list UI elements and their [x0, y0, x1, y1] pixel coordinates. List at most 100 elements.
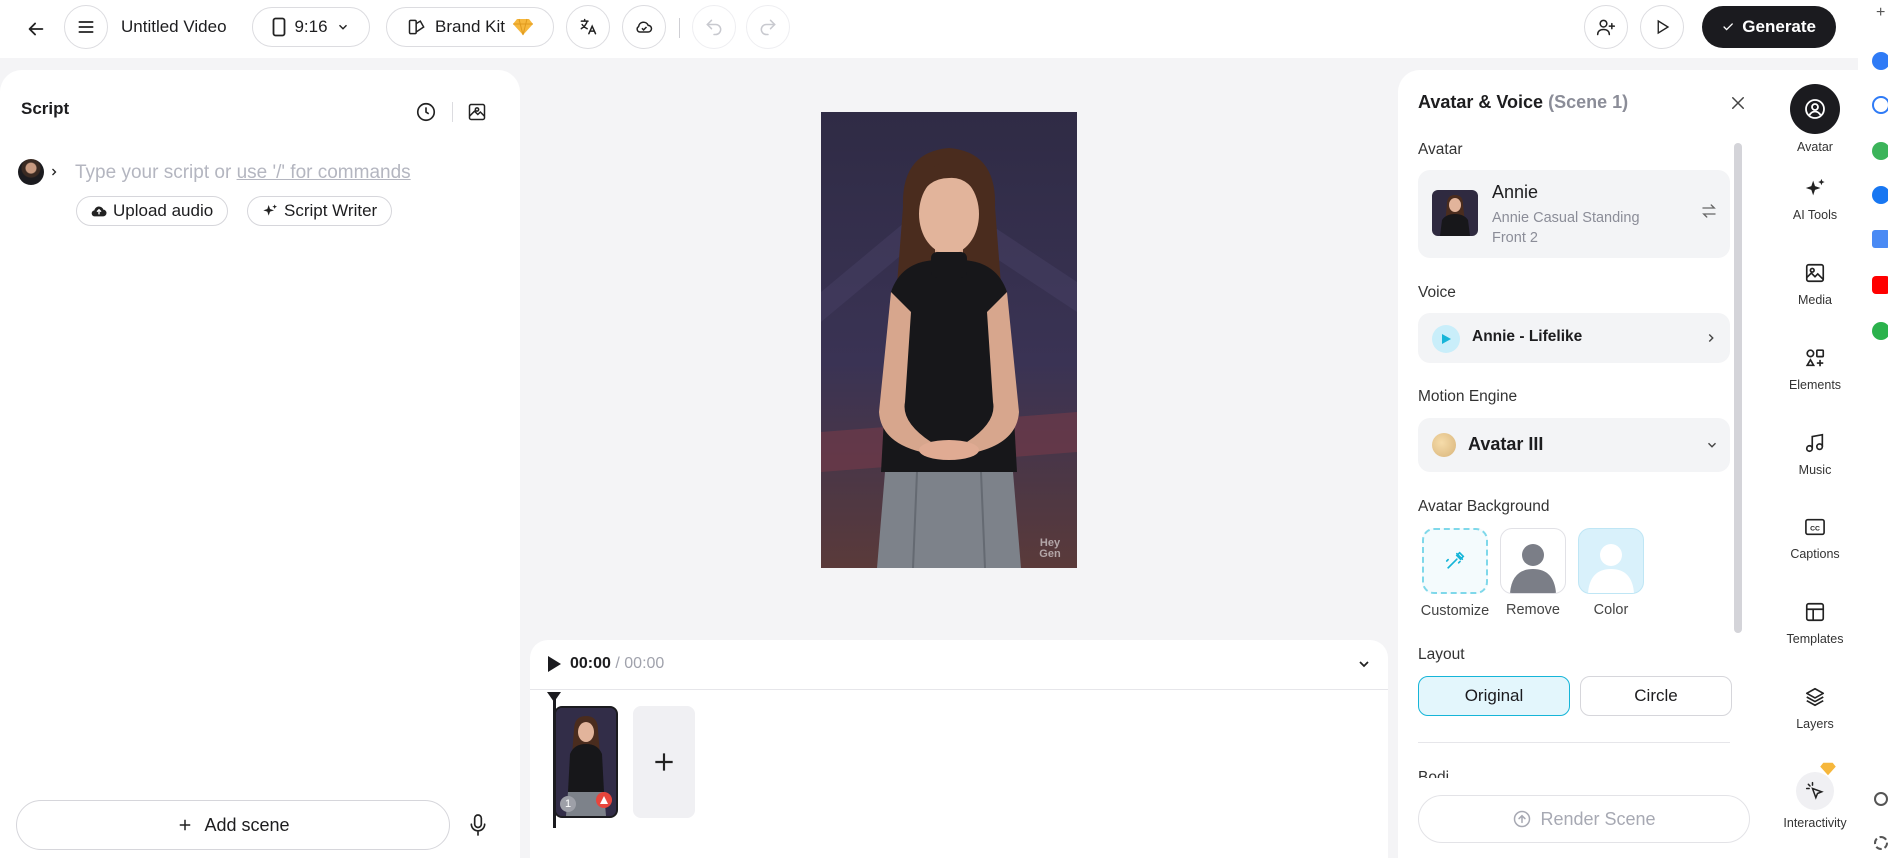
add-scene-button[interactable]: Add scene [16, 800, 450, 850]
swap-avatar-button[interactable] [1700, 202, 1720, 222]
translate-button[interactable] [566, 5, 610, 49]
remove-label: Remove [1506, 602, 1560, 618]
motion-engine-value: Avatar III [1468, 434, 1544, 454]
rail-item-elements[interactable]: Elements [1772, 344, 1858, 392]
cloud-save-button[interactable] [622, 5, 666, 49]
layers-icon [1790, 683, 1840, 711]
video-preview[interactable]: Hey Gen [821, 112, 1077, 568]
time-display: 00:00 / 00:00 [570, 655, 664, 673]
voice-card[interactable]: Annie - Lifelike [1418, 313, 1730, 363]
back-button[interactable] [14, 7, 58, 51]
scene-thumbnail[interactable]: 1 [554, 706, 618, 818]
avatar-voice-panel: Avatar & Voice (Scene 1) Avatar Annie An… [1398, 70, 1772, 858]
share-button[interactable] [1584, 5, 1628, 49]
diamond-icon [1820, 762, 1836, 776]
avatar-card[interactable]: Annie Annie Casual Standing Front 2 [1418, 170, 1730, 258]
warning-icon [600, 796, 608, 804]
aspect-ratio-dropdown[interactable]: 9:16 [252, 7, 370, 47]
tools-rail: Avatar AI Tools Media Elements Music CC … [1772, 70, 1858, 858]
history-button[interactable] [412, 98, 440, 126]
plus-icon [655, 753, 673, 771]
rail-item-interactivity[interactable]: Interactivity [1772, 762, 1858, 830]
chevron-right-icon [1708, 334, 1714, 342]
script-avatar-selector[interactable] [18, 158, 66, 186]
motion-engine-dropdown[interactable]: Avatar III [1418, 418, 1730, 472]
panel-title: Avatar & Voice (Scene 1) [1418, 92, 1628, 113]
person-silhouette-icon [1510, 544, 1556, 593]
script-writer-button[interactable]: Script Writer [247, 196, 393, 226]
redo-button[interactable] [746, 5, 790, 49]
rail-item-ai-tools[interactable]: AI Tools [1772, 174, 1858, 222]
close-panel-button[interactable] [1729, 94, 1751, 116]
history-ext-icon[interactable] [1874, 792, 1888, 806]
rail-item-captions[interactable]: CC Captions [1772, 513, 1858, 561]
panel-scrollbar[interactable] [1734, 143, 1742, 633]
scene-tag: (Scene 1) [1548, 92, 1629, 112]
upload-audio-button[interactable]: Upload audio [76, 196, 229, 226]
generate-button[interactable]: Generate [1702, 6, 1836, 48]
voice-play-button[interactable] [1432, 325, 1460, 353]
preview-play-button[interactable] [1640, 5, 1684, 49]
translate-ext-icon[interactable] [1872, 230, 1888, 248]
layout-original-option[interactable]: Original [1418, 676, 1570, 716]
upload-audio-label: Upload audio [113, 201, 214, 220]
rail-item-media[interactable]: Media [1772, 259, 1858, 307]
avatar-section-label: Avatar [1418, 141, 1463, 158]
rail-item-templates[interactable]: Templates [1772, 598, 1858, 646]
avatar-description: Annie Casual Standing Front 2 [1492, 210, 1640, 246]
video-title[interactable]: Untitled Video [121, 14, 227, 40]
facebook-icon[interactable] [1872, 186, 1888, 204]
menu-button[interactable] [64, 5, 108, 49]
messenger-icon[interactable] [1872, 52, 1888, 70]
clock-icon [416, 102, 436, 122]
brand-kit-button[interactable]: Brand Kit [386, 7, 554, 47]
watermark: Hey Gen [1039, 537, 1061, 560]
layout-circle-option[interactable]: Circle [1580, 676, 1732, 716]
timeline-play-button[interactable] [546, 655, 564, 675]
script-input[interactable]: Type your script or use '/' for commands [75, 162, 411, 184]
playhead-handle [547, 692, 561, 702]
script-image-button[interactable] [463, 98, 491, 126]
color-background-option[interactable] [1578, 528, 1644, 594]
scene-number-badge: 1 [560, 796, 576, 812]
rail-item-layers[interactable]: Layers [1772, 683, 1858, 731]
chevron-down-icon [338, 24, 347, 30]
undo-button[interactable] [692, 5, 736, 49]
layout-label: Layout [1418, 646, 1465, 663]
total-time: 00:00 [624, 655, 665, 672]
zalo-icon[interactable] [1872, 96, 1888, 114]
svg-text:CC: CC [1810, 526, 1820, 533]
add-scene-tile[interactable] [633, 706, 695, 818]
game-icon[interactable] [1872, 142, 1888, 160]
record-voice-button[interactable] [464, 808, 492, 842]
toolbar-divider [679, 18, 680, 38]
youtube-icon[interactable] [1872, 276, 1888, 294]
play-icon [548, 656, 561, 672]
diamond-icon [512, 18, 533, 36]
strip-plus-icon[interactable]: + [1876, 4, 1885, 22]
phone-icon [273, 17, 286, 37]
rail-label-avatar: Avatar [1797, 140, 1833, 154]
script-panel: Script Type your script or use '/' for c… [0, 70, 520, 858]
render-scene-button[interactable]: Render Scene [1418, 795, 1750, 843]
avatar-card-thumbnail [1432, 190, 1478, 236]
chevron-down-icon [1708, 442, 1716, 448]
section-divider [1418, 742, 1730, 743]
add-scene-label: Add scene [204, 814, 290, 835]
warning-badge [596, 792, 612, 808]
settings-ext-icon[interactable] [1874, 836, 1888, 850]
voice-name: Annie - Lifelike [1472, 328, 1583, 345]
color-label: Color [1593, 602, 1629, 618]
customize-background-option[interactable] [1422, 528, 1488, 594]
feedly-icon[interactable] [1872, 322, 1888, 340]
play-icon [1442, 334, 1451, 344]
translate-icon [580, 18, 597, 35]
rail-label-media: Media [1797, 293, 1833, 307]
collapse-timeline-button[interactable] [1356, 656, 1376, 676]
remove-background-option[interactable] [1500, 528, 1566, 594]
rail-item-avatar[interactable]: Avatar [1772, 84, 1858, 154]
brand-kit-label: Brand Kit [435, 17, 505, 36]
image-icon [1790, 259, 1840, 287]
chevron-down-icon [1359, 661, 1369, 668]
rail-item-music[interactable]: Music [1772, 429, 1858, 477]
